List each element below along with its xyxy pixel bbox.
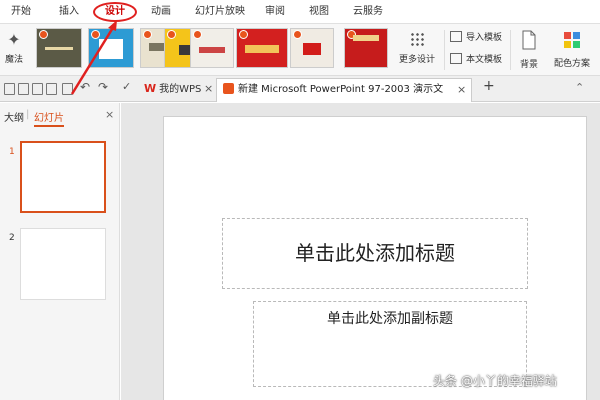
import-template-label: 导入模板 <box>466 33 503 43</box>
slide-number: 1 <box>9 147 15 157</box>
wps-logo-icon: W <box>144 82 157 95</box>
this-doc-template-button[interactable]: 本文模板 <box>450 50 502 70</box>
template-badge-icon <box>39 30 48 39</box>
menu-review[interactable]: 审阅 <box>262 0 288 24</box>
tab-document[interactable]: 新建 Microsoft PowerPoint 97-2003 演示文稿.ppt… <box>216 78 472 117</box>
slide-canvas: 单击此处添加标题 单击此处添加副标题 <box>121 103 600 400</box>
color-scheme-button[interactable]: 配色方案 <box>548 26 596 74</box>
background-button[interactable]: 背景 <box>514 26 544 74</box>
print-preview-icon[interactable] <box>46 83 57 95</box>
template-badge-icon <box>167 30 176 39</box>
template-thumb[interactable] <box>190 28 234 68</box>
design-ribbon: ✦ 魔法 更多设计 导入模板 本文模板 背景 配色方案 <box>0 24 600 76</box>
this-doc-template-label: 本文模板 <box>466 55 503 65</box>
magic-label: 魔法 <box>4 55 23 65</box>
close-icon[interactable]: × <box>457 79 466 101</box>
color-scheme-label: 配色方案 <box>553 59 590 69</box>
tab-my-wps-label: 我的WPS <box>159 84 202 95</box>
tab-outline[interactable]: 大纲 <box>4 109 24 124</box>
tab-slides[interactable]: 幻灯片 <box>34 109 64 124</box>
thumb-bar <box>353 35 379 41</box>
active-tab-indicator <box>34 125 64 127</box>
pin-icon[interactable]: ⌃ <box>575 81 584 94</box>
annotation-circle <box>93 2 137 22</box>
menu-cloud[interactable]: 云服务 <box>350 0 386 24</box>
magic-wand-icon: ✦ <box>7 30 21 49</box>
menu-animation[interactable]: 动画 <box>148 0 174 24</box>
save-icon[interactable] <box>4 83 15 95</box>
close-icon[interactable]: × <box>105 108 114 121</box>
slide-thumbnail-1[interactable] <box>20 141 106 213</box>
new-tab-button[interactable]: + <box>483 78 495 94</box>
tab-my-wps[interactable]: W 我的WPS × <box>138 78 214 102</box>
thumb-bar <box>199 47 225 53</box>
template-thumb[interactable] <box>344 28 388 68</box>
template-badge-icon <box>239 30 248 39</box>
import-icon <box>450 31 462 42</box>
menu-view[interactable]: 视图 <box>306 0 332 24</box>
template-thumb[interactable] <box>36 28 82 68</box>
thumb-bar <box>245 45 279 53</box>
redo-icon[interactable]: ↷ <box>98 80 108 94</box>
menu-insert[interactable]: 插入 <box>56 0 82 24</box>
thumb-bar <box>45 47 73 50</box>
background-label: 背景 <box>519 60 538 70</box>
template-badge-icon <box>143 30 152 39</box>
document-icon <box>522 30 536 50</box>
menu-bar: 开始 插入 设计 动画 幻灯片放映 审阅 视图 云服务 <box>0 0 600 24</box>
watermark-text: 头条 @小丫的幸福驿站 <box>433 374 557 388</box>
close-icon[interactable]: × <box>204 78 213 100</box>
title-placeholder[interactable]: 单击此处添加标题 <box>222 218 528 289</box>
divider <box>510 30 511 70</box>
palette-icon <box>564 32 580 48</box>
more-designs-button[interactable]: 更多设计 <box>392 26 442 74</box>
menu-slideshow[interactable]: 幻灯片放映 <box>192 0 248 24</box>
template-thumb[interactable] <box>290 28 334 68</box>
tab-bar: ↶ ↷ ✓ W 我的WPS × 新建 Microsoft PowerPoint 9… <box>0 76 600 117</box>
template-icon <box>450 53 462 64</box>
ppt-file-icon <box>223 82 234 94</box>
slides-pane: 大纲 | 幻灯片 × 1 2 <box>0 103 120 400</box>
tab-separator: | <box>26 109 30 120</box>
import-template-button[interactable]: 导入模板 <box>450 28 502 48</box>
template-badge-icon <box>293 30 302 39</box>
export-icon[interactable] <box>18 83 29 95</box>
slide-number: 2 <box>9 233 15 243</box>
thumb-bar <box>303 43 321 55</box>
print-icon[interactable] <box>32 83 43 95</box>
more-designs-label: 更多设计 <box>398 55 435 65</box>
template-badge-icon <box>193 30 202 39</box>
template-thumb[interactable] <box>88 28 134 68</box>
menu-home[interactable]: 开始 <box>8 0 34 24</box>
thumb-bar <box>99 39 123 59</box>
template-thumb[interactable] <box>236 28 288 68</box>
slide-thumbnail-2[interactable] <box>20 228 106 300</box>
more-icon[interactable]: ✓ <box>122 80 131 93</box>
divider <box>444 30 445 70</box>
preview-icon[interactable] <box>62 83 73 95</box>
slide[interactable]: 单击此处添加标题 单击此处添加副标题 <box>163 116 587 400</box>
template-badge-icon <box>91 30 100 39</box>
magic-button[interactable]: ✦ 魔法 <box>0 26 28 72</box>
undo-icon[interactable]: ↶ <box>80 80 90 94</box>
grid-icon <box>410 32 424 46</box>
